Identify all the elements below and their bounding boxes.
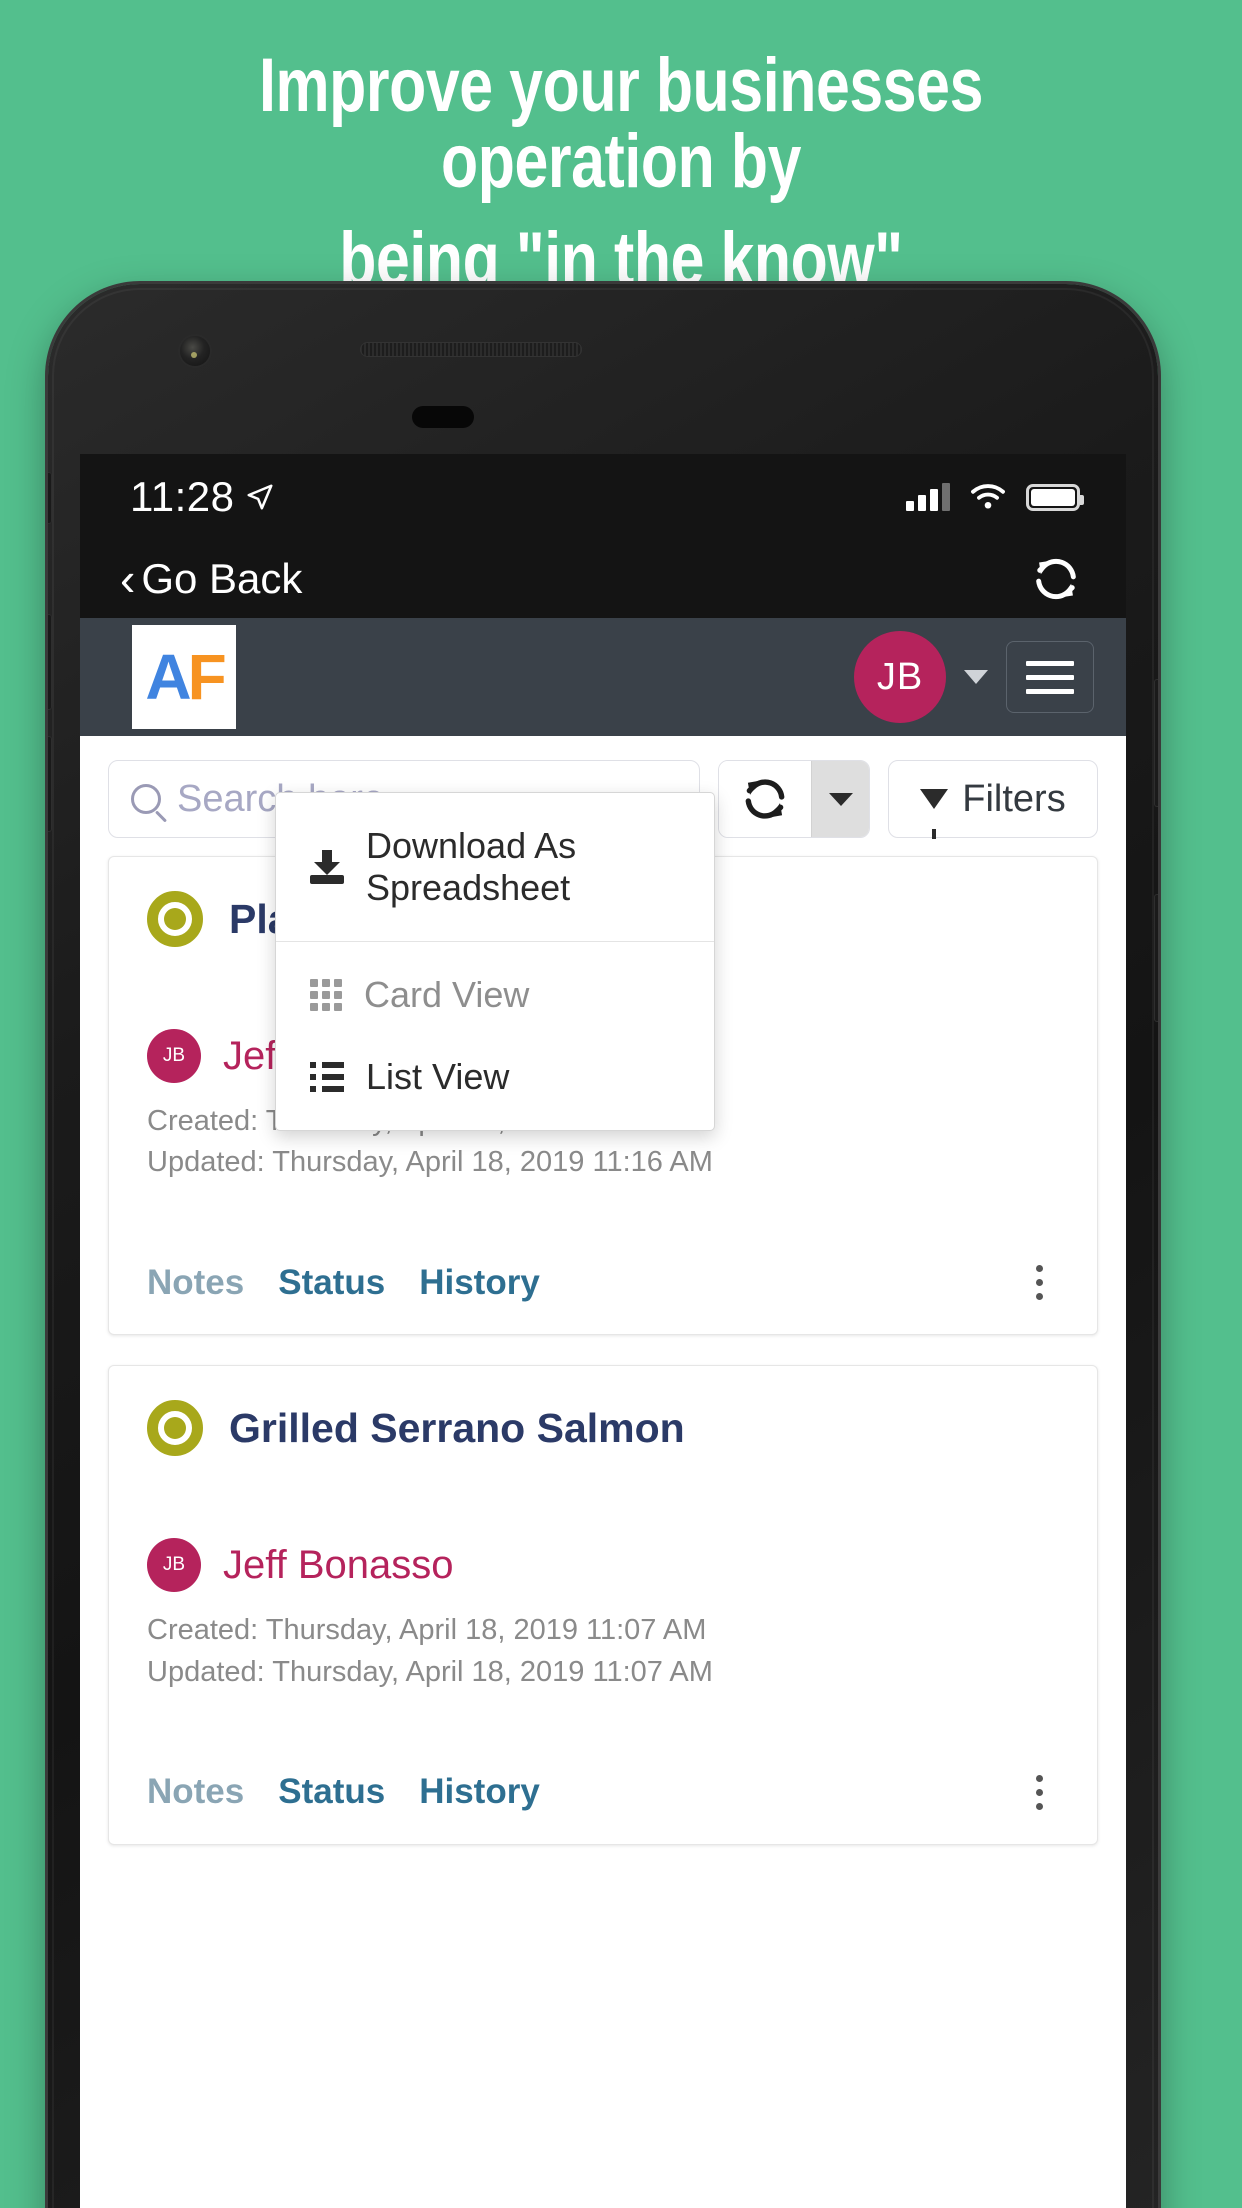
status-bar-left: 11:28 — [130, 473, 275, 521]
menu-item-download-spreadsheet[interactable]: Download As Spreadsheet — [276, 805, 714, 929]
logo-letter-a: A — [145, 641, 191, 713]
app-logo[interactable]: AF — [132, 625, 236, 729]
search-icon — [131, 784, 161, 814]
app-nav-bar: ‹ Go Back — [80, 540, 1126, 618]
filters-button[interactable]: Filters — [888, 760, 1098, 839]
tab-status[interactable]: Status — [278, 1772, 385, 1812]
card-footer: Notes Status History — [147, 1257, 1059, 1308]
tab-history[interactable]: History — [419, 1263, 540, 1303]
header-right-controls: JB — [854, 631, 1094, 723]
tab-history[interactable]: History — [419, 1772, 540, 1812]
avatar: JB — [147, 1538, 201, 1593]
go-back-label: Go Back — [141, 555, 303, 602]
menu-divider — [276, 941, 714, 942]
chevron-down-icon — [828, 792, 853, 806]
menu-item-label: List View — [366, 1056, 510, 1097]
list-icon — [310, 1062, 344, 1092]
more-options-icon[interactable] — [1020, 1767, 1059, 1818]
created-timestamp: Created: Thursday, April 18, 2019 11:07 … — [147, 1614, 707, 1647]
view-options-dropdown: Download As Spreadsheet Card View List V… — [275, 792, 715, 1131]
location-arrow-icon — [247, 484, 272, 510]
tab-notes[interactable]: Notes — [147, 1263, 244, 1303]
promo-headline: Improve your businesses operation by bei… — [124, 48, 1118, 298]
filters-label: Filters — [962, 777, 1066, 820]
refresh-icon — [745, 779, 785, 819]
status-badge — [147, 891, 203, 947]
chevron-left-icon: ‹ — [120, 553, 136, 605]
phone-side-button-lower — [1154, 894, 1158, 1022]
card-timestamps: Created: Thursday, April 18, 2019 11:07 … — [147, 1610, 1059, 1692]
owner-name[interactable]: Jeff Bonasso — [223, 1543, 454, 1588]
card-owner: JB Jeff Bonasso — [147, 1538, 1059, 1593]
refresh-split-button — [718, 760, 870, 838]
hamburger-menu-icon[interactable] — [1006, 641, 1094, 713]
card-footer: Notes Status History — [147, 1767, 1059, 1818]
phone-volume-down-button — [48, 736, 52, 832]
updated-timestamp: Updated: Thursday, April 18, 2019 11:16 … — [147, 1146, 713, 1179]
phone-mute-switch — [48, 472, 52, 524]
earpiece-speaker — [360, 342, 582, 357]
chevron-down-icon[interactable] — [964, 670, 988, 684]
phone-screen: 11:28 ‹ Go Back AF JB Search Filters JB … — [80, 454, 1126, 2208]
refresh-icon[interactable] — [1030, 553, 1082, 605]
front-camera-icon — [180, 336, 210, 366]
proximity-sensor — [412, 406, 474, 428]
refresh-dropdown-toggle[interactable] — [811, 761, 869, 837]
menu-item-label: Download As Spreadsheet — [366, 825, 577, 908]
wifi-icon — [971, 484, 1005, 509]
menu-item-list-view[interactable]: List View — [276, 1036, 714, 1118]
card-tab-links: Notes Status History — [147, 1772, 540, 1812]
phone-power-button — [1154, 679, 1158, 807]
logo-letter-f: F — [187, 641, 227, 713]
download-icon — [310, 850, 344, 884]
filter-funnel-icon — [920, 789, 949, 839]
phone-device-frame: 11:28 ‹ Go Back AF JB Search Filters JB … — [48, 284, 1158, 2208]
app-header-bar: AF JB — [80, 618, 1126, 736]
ios-status-bar: 11:28 — [80, 454, 1126, 540]
menu-item-label: Card View — [364, 974, 530, 1015]
headline-line-1: Improve your businesses operation by — [258, 43, 984, 204]
phone-volume-up-button — [48, 614, 52, 710]
card-tab-links: Notes Status History — [147, 1263, 540, 1303]
status-bar-right — [906, 483, 1084, 511]
menu-item-card-view[interactable]: Card View — [276, 954, 714, 1036]
status-badge — [147, 1400, 203, 1457]
updated-timestamp: Updated: Thursday, April 18, 2019 11:07 … — [147, 1655, 713, 1688]
go-back-button[interactable]: ‹ Go Back — [120, 555, 302, 603]
cellular-signal-icon — [906, 483, 950, 511]
grid-icon — [310, 979, 342, 1011]
more-options-icon[interactable] — [1020, 1257, 1059, 1308]
tab-notes[interactable]: Notes — [147, 1772, 244, 1812]
table-row[interactable]: Grilled Serrano Salmon JB Jeff Bonasso C… — [108, 1365, 1098, 1845]
card-title: Grilled Serrano Salmon — [229, 1404, 685, 1451]
battery-full-icon — [1026, 483, 1084, 511]
tab-status[interactable]: Status — [278, 1263, 385, 1303]
avatar: JB — [147, 1029, 201, 1083]
user-avatar[interactable]: JB — [854, 631, 946, 723]
card-header: Grilled Serrano Salmon — [147, 1400, 1059, 1457]
refresh-button[interactable] — [719, 761, 811, 837]
status-bar-clock: 11:28 — [130, 473, 235, 520]
